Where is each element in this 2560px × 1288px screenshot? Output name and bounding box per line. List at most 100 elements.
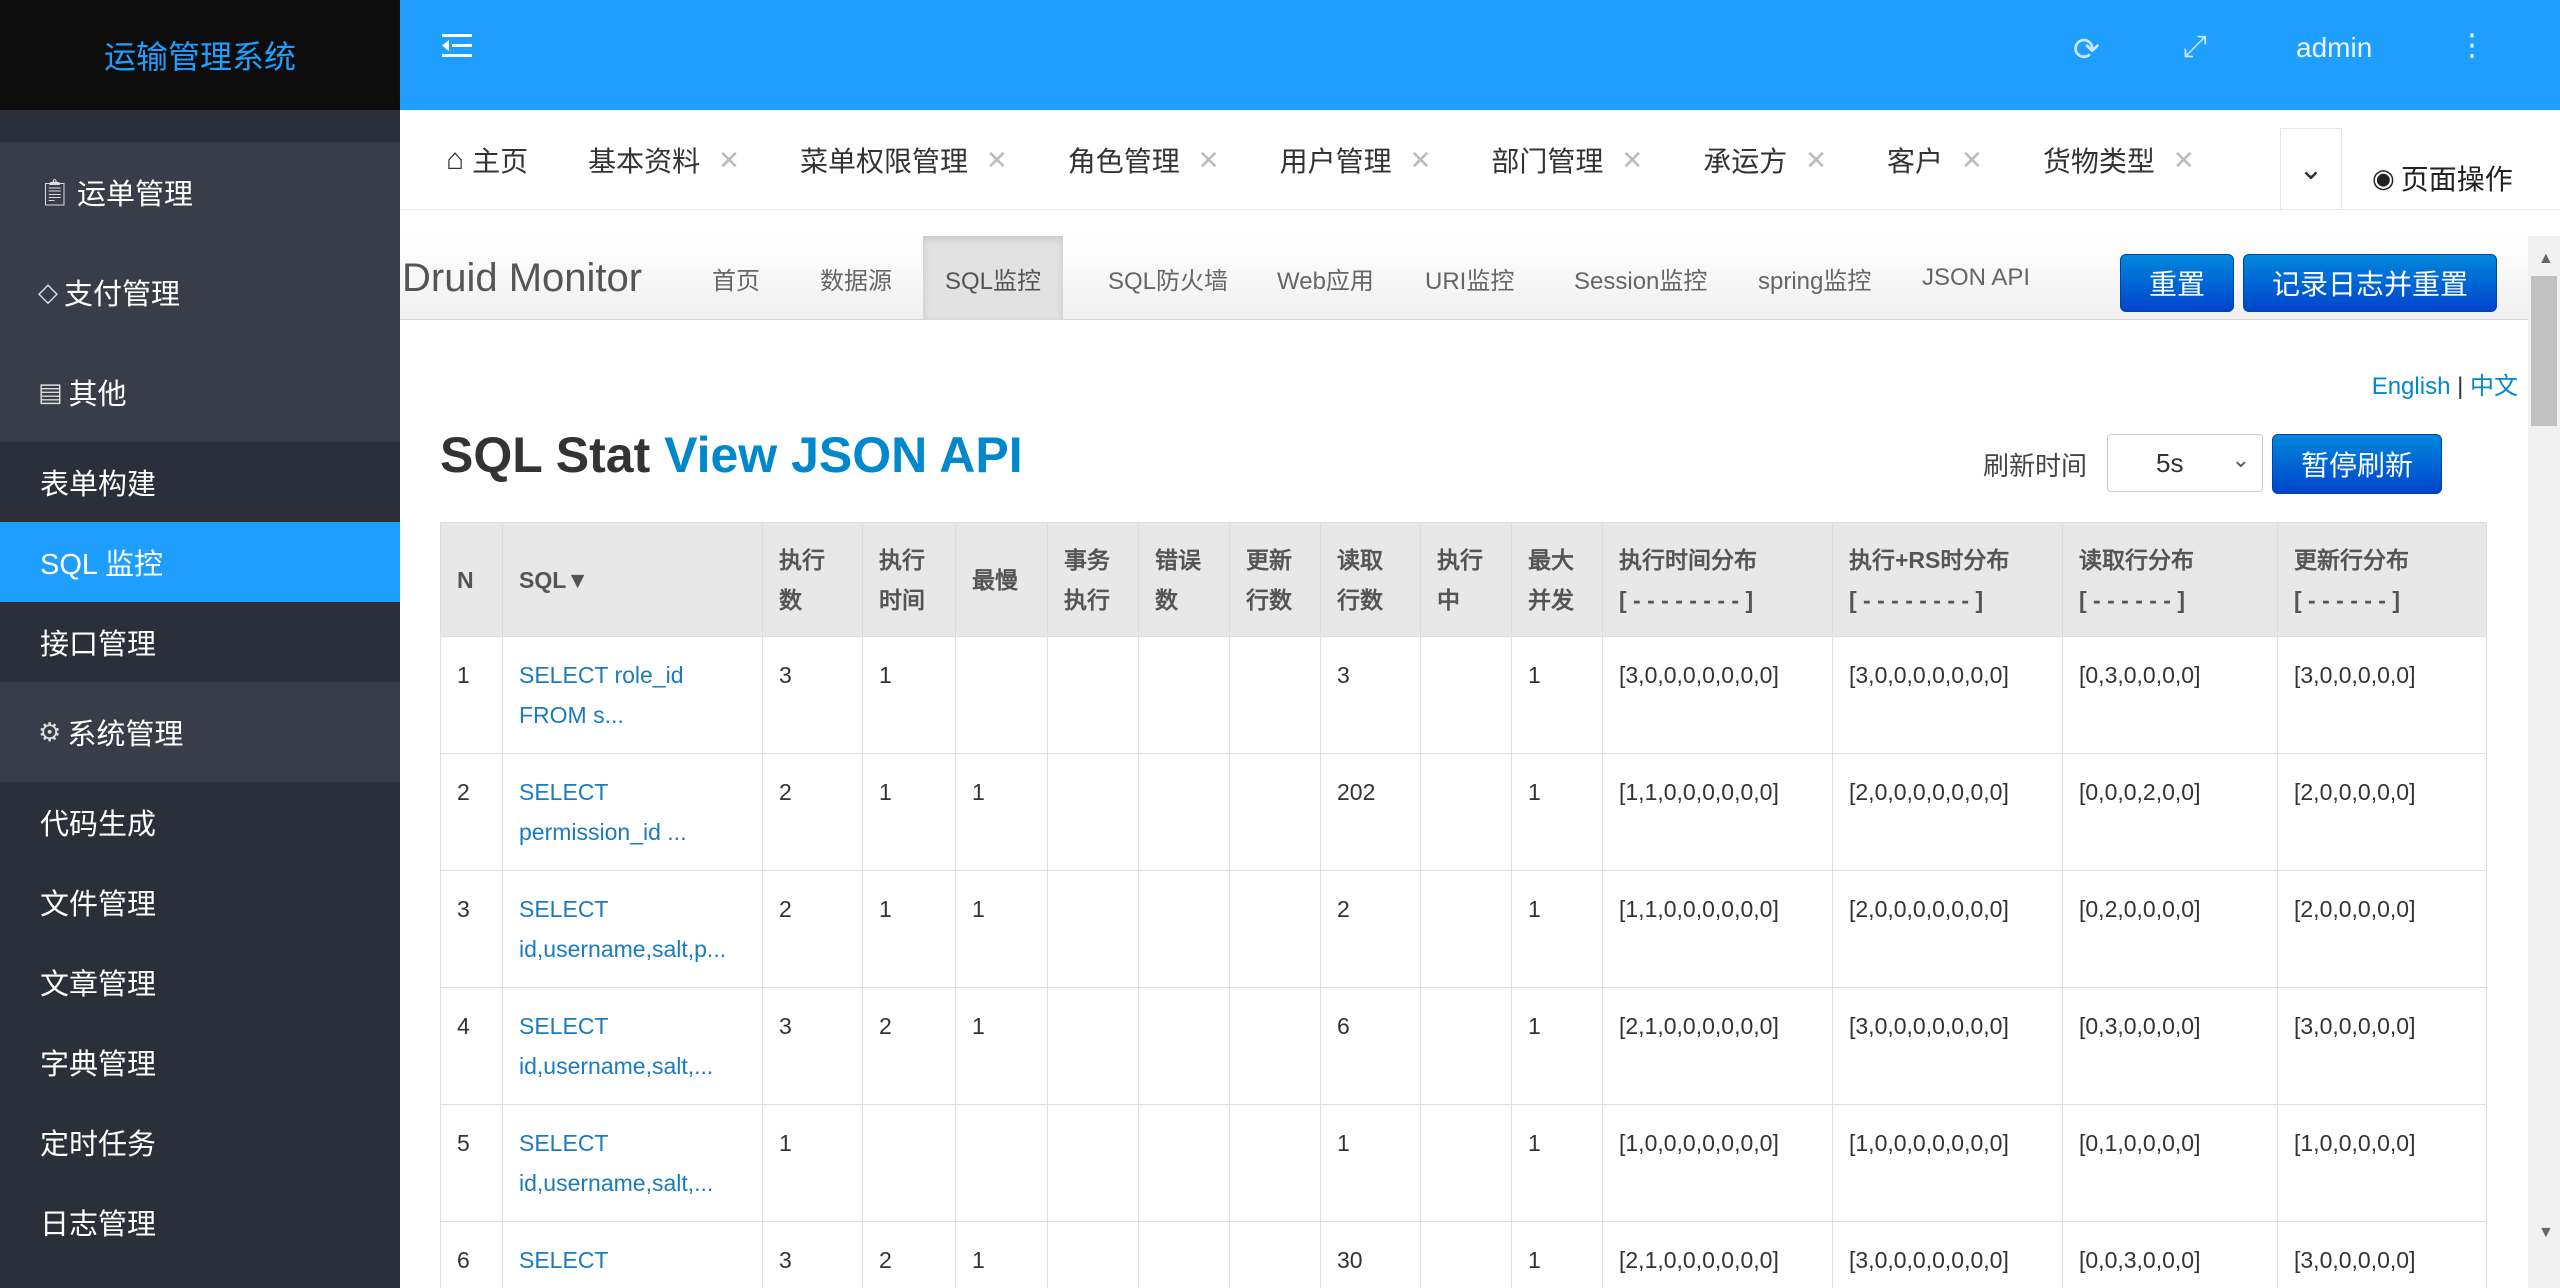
tab-label: 用户管理 — [1279, 146, 1392, 177]
sidebar-item-label: 文件管理 — [40, 889, 157, 921]
sidebar-item-codegen[interactable]: 代码生成 — [0, 782, 400, 862]
druid-nav-spring[interactable]: spring监控 — [1736, 236, 1893, 320]
refresh-interval-value: 5s — [2156, 447, 2184, 478]
menu-collapse-icon[interactable] — [440, 28, 480, 68]
druid-nav-sql[interactable]: SQL监控 — [923, 236, 1064, 320]
table-cell: 1 — [862, 870, 956, 988]
header-line: SQL▼ — [519, 566, 590, 593]
table-cell — [1420, 870, 1512, 988]
druid-brand[interactable]: Druid Monitor — [402, 256, 642, 301]
user-menu[interactable]: admin — [2296, 32, 2372, 64]
page-operations-menu[interactable]: ◉ 页面操作 — [2372, 158, 2513, 198]
sidebar-group-other[interactable]: ▤ 其他 — [0, 342, 400, 442]
table-cell — [1138, 1104, 1230, 1222]
druid-nav-session[interactable]: Session监控 — [1552, 236, 1729, 320]
druid-nav-firewall[interactable]: SQL防火墙 — [1086, 236, 1250, 320]
lang-chinese-link[interactable]: 中文 — [2470, 373, 2518, 400]
sidebar-item-form-builder[interactable]: 表单构建 — [0, 442, 400, 522]
language-switch: English | 中文 — [2372, 366, 2518, 401]
table-cell — [1047, 753, 1139, 871]
table-cell: [1,0,0,0,0,0,0,0] — [1602, 1104, 1833, 1222]
sidebar-item-logs[interactable]: 日志管理 — [0, 1182, 400, 1262]
sidebar-item-api-management[interactable]: 接口管理 — [0, 602, 400, 682]
table-cell — [1138, 1221, 1230, 1288]
tab-roles[interactable]: 角色管理 ✕ — [1068, 140, 1220, 180]
close-icon[interactable]: ✕ — [718, 145, 740, 176]
sidebar-item-sql-monitor[interactable]: SQL 监控 — [0, 522, 400, 602]
tab-customers[interactable]: 客户 ✕ — [1887, 140, 1983, 180]
druid-nav-datasource[interactable]: 数据源 — [798, 236, 914, 320]
tab-list: ⌂ 主页 基本资料 ✕ 菜单权限管理 ✕ 角色管理 ✕ 用户管理 ✕ 部门管理 ✕ 承运方 ✕… — [400, 110, 2280, 209]
refresh-interval-select[interactable]: 5s ⌄ — [2107, 434, 2263, 492]
table-cell: [1,0,0,0,0,0] — [2277, 1104, 2487, 1222]
druid-nav-home[interactable]: 首页 — [690, 236, 782, 320]
druid-nav-json-api[interactable]: JSON API — [1900, 236, 2052, 320]
close-icon[interactable]: ✕ — [1410, 145, 1432, 176]
scroll-down-arrow-icon[interactable]: ▼ — [2538, 1224, 2554, 1242]
fullscreen-icon[interactable]: ⤢ — [2183, 30, 2207, 64]
table-header-cell[interactable]: SQL▼ — [502, 522, 763, 637]
table-header-cell: 执行 时间 — [862, 522, 956, 637]
sql-link[interactable]: SELECT id,username,salt,... — [519, 1130, 713, 1196]
tab-label: 货物类型 — [2042, 146, 2155, 177]
lang-english-link[interactable]: English — [2372, 373, 2451, 400]
druid-nav-web[interactable]: Web应用 — [1255, 236, 1396, 320]
scrollbar-thumb[interactable] — [2531, 276, 2557, 426]
reset-button[interactable]: 重置 — [2120, 254, 2234, 312]
sidebar-item-dictionary[interactable]: 字典管理 — [0, 1022, 400, 1102]
header-line: 执行 — [1064, 586, 1110, 613]
tab-cargo-types[interactable]: 货物类型 ✕ — [2043, 140, 2195, 180]
table-cell: SELECT id,username,salt,p... — [502, 870, 763, 988]
sql-link[interactable]: SELECT id,username,salt,p... — [519, 896, 726, 962]
sidebar-item-files[interactable]: 文件管理 — [0, 862, 400, 942]
tab-users[interactable]: 用户管理 ✕ — [1280, 140, 1432, 180]
tabs-dropdown-button[interactable]: ⌄ — [2280, 128, 2342, 209]
close-icon[interactable]: ✕ — [1961, 145, 1983, 176]
header-line: 最大 — [1528, 546, 1574, 573]
sidebar-item-scheduled-tasks[interactable]: 定时任务 — [0, 1102, 400, 1182]
scroll-up-arrow-icon[interactable]: ▲ — [2538, 250, 2554, 268]
table-cell — [1047, 636, 1139, 754]
tab-menu-permissions[interactable]: 菜单权限管理 ✕ — [800, 140, 1008, 180]
pause-refresh-button[interactable]: 暂停刷新 — [2272, 434, 2442, 494]
tab-carriers[interactable]: 承运方 ✕ — [1703, 140, 1827, 180]
close-icon[interactable]: ✕ — [1198, 145, 1220, 176]
close-icon[interactable]: ✕ — [1805, 145, 1827, 176]
home-icon: ⌂ — [446, 143, 465, 176]
table-row: 1 SELECT role_id FROM s... 3 1 3 1 [3,0,0,0,0,… — [440, 636, 2487, 754]
druid-content: Druid Monitor 首页 数据源 SQL监控 SQL防火墙 Web应用 … — [400, 236, 2528, 1288]
table-cell — [1229, 987, 1321, 1105]
app-logo[interactable]: 运输管理系统 — [0, 0, 400, 110]
sidebar-item-articles[interactable]: 文章管理 — [0, 942, 400, 1022]
table-cell: 1 — [955, 753, 1048, 871]
table-cell — [1138, 987, 1230, 1105]
sql-link[interactable]: SELECT id,username,salt,... — [519, 1013, 713, 1079]
sidebar-group-system[interactable]: ⚙ 系统管理 — [0, 682, 400, 782]
tab-departments[interactable]: 部门管理 ✕ — [1491, 140, 1643, 180]
close-icon[interactable]: ✕ — [986, 145, 1008, 176]
header-line: 更新行分布 — [2294, 546, 2409, 573]
table-cell: 1 — [1320, 1104, 1421, 1222]
sql-link[interactable]: SELECT permission_id ... — [519, 779, 686, 845]
header-line: 执行 — [779, 546, 825, 573]
close-icon[interactable]: ✕ — [1621, 145, 1643, 176]
sidebar-group-waybill[interactable]: 📋︎ 运单管理 — [0, 142, 400, 242]
table-row: 2 SELECT permission_id ... 2 1 1 202 1 [1,1,0,0… — [440, 753, 2487, 871]
sql-link[interactable]: SELECT role_id FROM s... — [519, 662, 684, 728]
refresh-icon[interactable]: ⟳ — [2073, 30, 2100, 68]
tab-basic-info[interactable]: 基本资料 ✕ — [588, 140, 740, 180]
table-cell: 2 — [1320, 870, 1421, 988]
druid-nav-uri[interactable]: URI监控 — [1403, 236, 1536, 320]
close-icon[interactable]: ✕ — [2173, 145, 2195, 176]
more-vertical-icon[interactable]: ⋮ — [2457, 28, 2487, 63]
sql-link[interactable]: SELECT — [519, 1247, 608, 1273]
sidebar-group-payment[interactable]: ◇ 支付管理 — [0, 242, 400, 342]
table-cell: [3,0,0,0,0,0,0,0] — [1832, 1221, 2063, 1288]
content-scrollbar[interactable]: ▲ ▼ — [2528, 236, 2560, 1288]
tab-home[interactable]: ⌂ 主页 — [446, 140, 528, 180]
table-header-cell: 执行数 — [762, 522, 863, 637]
table-cell: 2 — [862, 1221, 956, 1288]
table-header-cell: 更新行分布 [ - - - - - - ] — [2277, 522, 2487, 637]
log-and-reset-button[interactable]: 记录日志并重置 — [2243, 254, 2497, 312]
view-json-api-link[interactable]: View JSON API — [664, 427, 1022, 483]
